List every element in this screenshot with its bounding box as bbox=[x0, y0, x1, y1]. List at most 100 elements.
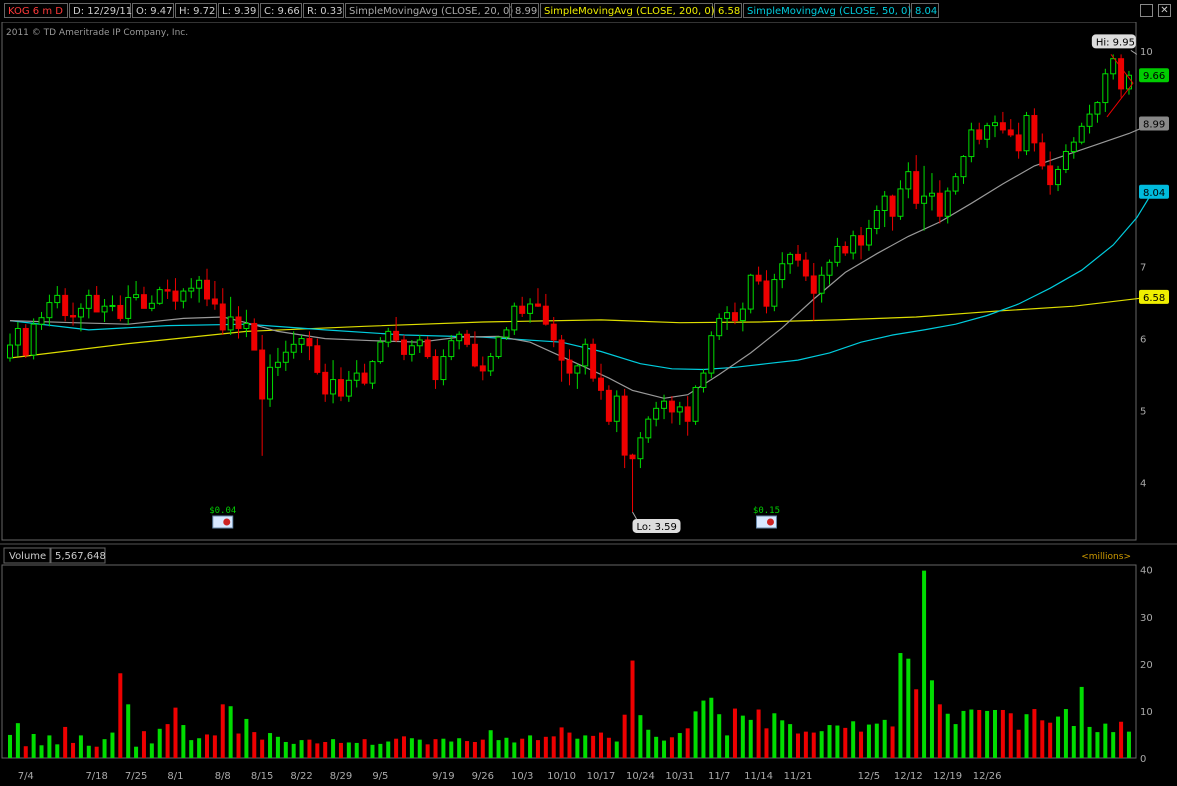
candle-body bbox=[763, 280, 770, 307]
hi-callout: Hi: 9.95 bbox=[1096, 37, 1135, 48]
volume-bar bbox=[654, 736, 659, 758]
candle-body bbox=[928, 192, 935, 197]
candle-body bbox=[692, 386, 699, 422]
volume-bar bbox=[843, 727, 848, 758]
volume-bar bbox=[457, 738, 462, 758]
volume-bar bbox=[630, 660, 635, 758]
price-panel-frame bbox=[1, 21, 1137, 541]
volume-bar bbox=[141, 731, 146, 758]
volume-bar bbox=[811, 732, 816, 758]
candle-body bbox=[188, 287, 195, 292]
date-tick-label: 11/7 bbox=[708, 771, 730, 782]
candle-body bbox=[881, 195, 888, 211]
candle-body bbox=[574, 365, 581, 374]
lo-callout-line bbox=[632, 511, 637, 520]
date-tick-label: 8/1 bbox=[167, 771, 183, 782]
candle-body bbox=[440, 356, 447, 381]
volume-bar bbox=[543, 736, 548, 758]
close-field: C: 9.66 bbox=[260, 3, 302, 18]
volume-bar bbox=[402, 736, 406, 758]
candle-body bbox=[1023, 115, 1030, 152]
candle-body bbox=[629, 454, 636, 460]
candle-body bbox=[1094, 102, 1101, 115]
annotations: 9.66 8.99 8.04 6.58 Hi: 9.95 Lo: 3.59 $0.04 $0.… bbox=[209, 34, 1169, 533]
candle-body bbox=[345, 379, 352, 397]
price-tick-label: 6 bbox=[1140, 335, 1146, 346]
volume-bar bbox=[409, 738, 414, 758]
candle-body bbox=[416, 339, 423, 347]
candle-body bbox=[227, 316, 234, 331]
volume-bar bbox=[504, 737, 509, 758]
volume-bar bbox=[874, 723, 879, 758]
maximize-icon[interactable] bbox=[1140, 4, 1153, 17]
candle-body bbox=[7, 344, 13, 359]
candle-body bbox=[661, 400, 668, 409]
candle-body bbox=[511, 305, 518, 331]
candle-body bbox=[495, 336, 502, 358]
volume-bar bbox=[1056, 716, 1061, 758]
volume-bar bbox=[732, 708, 737, 758]
sma50-label: SimpleMovingAvg (CLOSE, 50, 0) bbox=[743, 3, 911, 18]
candle-body bbox=[1110, 58, 1117, 75]
candle-body bbox=[156, 289, 163, 304]
volume-bar bbox=[102, 739, 107, 758]
candle-body bbox=[992, 122, 998, 127]
candle-body bbox=[984, 125, 991, 140]
candle-body bbox=[637, 437, 644, 460]
volume-bar bbox=[315, 743, 320, 758]
candle-body bbox=[424, 339, 431, 358]
candle-body bbox=[1118, 58, 1125, 90]
low-field: L: 9.39 bbox=[218, 3, 259, 18]
volume-bar bbox=[205, 734, 209, 758]
volume-bar bbox=[520, 738, 525, 758]
volume-tick-label: 0 bbox=[1140, 754, 1146, 765]
volume-bar bbox=[275, 736, 280, 758]
volume-bar bbox=[197, 738, 202, 758]
volume-bar bbox=[945, 713, 950, 758]
volume-bar bbox=[1126, 731, 1131, 758]
candle-body bbox=[858, 235, 865, 246]
candle-body bbox=[558, 339, 565, 361]
volume-bar bbox=[866, 724, 871, 758]
volume-bar bbox=[23, 746, 28, 758]
volume-bar bbox=[740, 715, 745, 758]
candle-body bbox=[1062, 151, 1069, 170]
volume-bar bbox=[244, 718, 249, 758]
volume-bar bbox=[551, 736, 556, 758]
candle-body bbox=[613, 395, 620, 422]
candle-body bbox=[527, 303, 534, 314]
candle-body bbox=[976, 129, 983, 140]
lo-callout: Lo: 3.59 bbox=[637, 522, 677, 533]
price-volume-chart: 2011 © TD Ameritrade IP Company, Inc. 4 5 6… bbox=[0, 21, 1177, 782]
volume-tick-label: 10 bbox=[1140, 707, 1153, 718]
candle-body bbox=[30, 323, 37, 356]
volume-bar bbox=[1040, 720, 1045, 758]
volume-bar bbox=[796, 733, 800, 758]
candle-body bbox=[471, 343, 478, 367]
volume-bar bbox=[496, 740, 501, 758]
candle-body bbox=[503, 329, 510, 338]
candle-body bbox=[1039, 142, 1046, 167]
candle-body bbox=[1031, 115, 1038, 144]
price-tick-label: 7 bbox=[1140, 263, 1146, 274]
date-tick-label: 12/19 bbox=[933, 771, 962, 782]
symbol-label[interactable]: KOG 6 m D bbox=[4, 3, 68, 18]
candle-body bbox=[826, 261, 833, 276]
candle-body bbox=[204, 279, 210, 300]
volume-bar bbox=[772, 713, 777, 758]
sma20-label: SimpleMovingAvg (CLOSE, 20, 0) bbox=[345, 3, 513, 18]
volume-bar bbox=[110, 732, 115, 758]
candle-body bbox=[14, 327, 21, 346]
price-tick-label: 10 bbox=[1140, 47, 1153, 58]
sma50-value: 8.04 bbox=[911, 3, 939, 18]
price-tick-label: 5 bbox=[1140, 407, 1146, 418]
volume-bar bbox=[528, 735, 533, 758]
header-bar: KOG 6 m D D: 12/29/11 O: 9.47 H: 9.72 L:… bbox=[0, 0, 1177, 22]
volume-bar bbox=[977, 709, 982, 758]
volume-bar bbox=[638, 715, 643, 758]
close-icon[interactable]: ✕ bbox=[1158, 4, 1171, 17]
candle-body bbox=[653, 407, 660, 420]
volume-bar bbox=[228, 706, 233, 758]
candle-body bbox=[818, 274, 825, 294]
copyright-text: 2011 © TD Ameritrade IP Company, Inc. bbox=[6, 28, 188, 38]
